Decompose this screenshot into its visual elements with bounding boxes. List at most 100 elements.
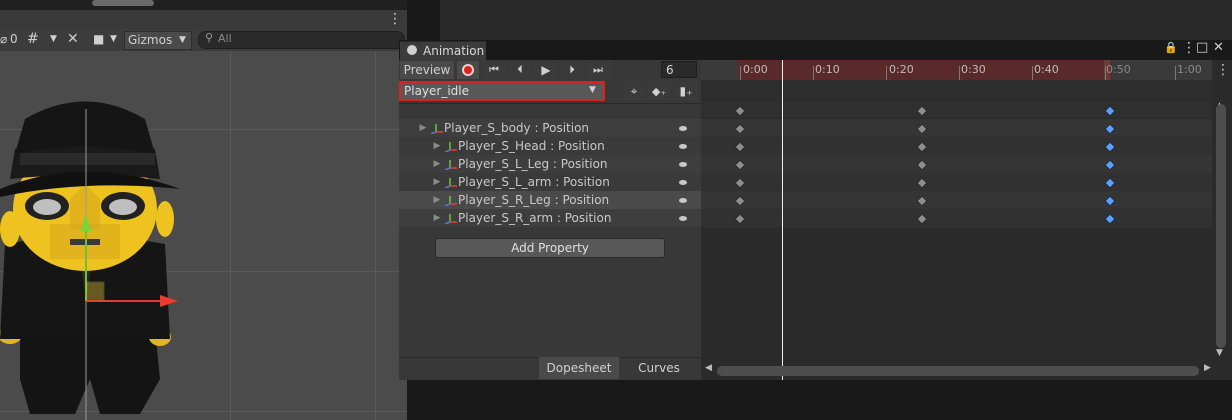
chevron-down-icon: ▼ bbox=[179, 35, 186, 45]
window-menu-icon[interactable]: ⋮ bbox=[1182, 40, 1196, 56]
preview-label: Preview bbox=[403, 63, 451, 77]
camera-icon[interactable]: ■ bbox=[93, 29, 104, 49]
transform-axes-icon bbox=[444, 212, 458, 225]
scene-menu-icon[interactable]: ⋮ bbox=[388, 11, 402, 27]
timeline-row[interactable] bbox=[701, 173, 1212, 191]
next-key-button[interactable]: ⏵ bbox=[560, 61, 584, 79]
chevron-down-icon[interactable]: ▼ bbox=[50, 29, 57, 49]
property-label: Player_S_L_Leg : Position bbox=[458, 157, 608, 171]
eye-icon[interactable] bbox=[679, 125, 687, 131]
expand-triangle-icon[interactable]: ▶ bbox=[430, 213, 444, 223]
scene-toolbar-2: ⌀ 0 # ▼ ✕ ■ ▼ Gizmos ▼ ⚲ All bbox=[0, 29, 407, 52]
property-row[interactable]: ▶ Player_S_Head : Position bbox=[399, 137, 701, 155]
expand-triangle-icon[interactable]: ▶ bbox=[430, 159, 444, 169]
ruler-tick-label: 1:00 bbox=[1177, 63, 1202, 76]
player-character-sprite bbox=[0, 101, 180, 420]
grid-snap-icon[interactable]: # bbox=[27, 29, 39, 49]
expand-triangle-icon[interactable]: ▶ bbox=[430, 177, 444, 187]
scroll-right-icon[interactable]: ▶ bbox=[1204, 363, 1211, 373]
preview-button[interactable]: Preview bbox=[400, 61, 454, 79]
clip-name: Player_idle bbox=[404, 84, 470, 98]
lock-icon[interactable]: 🔒 bbox=[1164, 41, 1178, 54]
eye-icon[interactable] bbox=[679, 197, 687, 203]
vertical-scrollbar[interactable] bbox=[1216, 104, 1226, 348]
search-icon: ⚲ bbox=[205, 31, 214, 44]
scene-visibility-icon[interactable]: ⌀ bbox=[0, 29, 7, 49]
first-key-button[interactable]: ⏮ bbox=[482, 61, 506, 79]
record-button[interactable] bbox=[457, 61, 479, 79]
scroll-left-icon[interactable]: ◀ bbox=[705, 363, 712, 373]
expand-triangle-icon[interactable]: ▶ bbox=[430, 195, 444, 205]
property-row[interactable]: ▶ Player_S_L_arm : Position bbox=[399, 173, 701, 191]
expand-triangle-icon[interactable]: ▶ bbox=[430, 141, 444, 151]
timeline-menu-icon[interactable]: ⋮ bbox=[1216, 62, 1230, 78]
property-label: Player_S_R_arm : Position bbox=[458, 211, 612, 225]
tab-curves[interactable]: Curves bbox=[619, 357, 699, 379]
ruler-tick-label: 0:30 bbox=[961, 63, 986, 76]
property-row[interactable]: ▶ Player_S_R_arm : Position bbox=[399, 209, 701, 227]
expand-triangle-icon[interactable]: ▶ bbox=[416, 123, 430, 133]
ruler-tick bbox=[1032, 66, 1033, 80]
property-label: Player_S_body : Position bbox=[444, 121, 590, 135]
gizmos-label: Gizmos bbox=[128, 33, 173, 47]
eye-icon[interactable] bbox=[679, 143, 687, 149]
gizmos-button[interactable]: Gizmos ▼ bbox=[124, 31, 192, 50]
animation-tab-bar: 🔒 ⋮ □ ✕ bbox=[399, 40, 1232, 60]
crosshair-icon: ⌖ bbox=[630, 83, 638, 98]
ruler-tick bbox=[813, 66, 814, 80]
clock-icon bbox=[407, 45, 417, 55]
property-row[interactable]: ▶ Player_S_body : Position bbox=[399, 119, 701, 137]
camera-dropdown-icon[interactable]: ▼ bbox=[110, 29, 117, 49]
property-row[interactable]: ▶ Player_S_L_Leg : Position bbox=[399, 155, 701, 173]
scroll-down-icon[interactable]: ▼ bbox=[1216, 348, 1223, 358]
grid-line bbox=[230, 51, 231, 420]
timeline-summary-row[interactable] bbox=[701, 101, 1212, 118]
timeline-row[interactable] bbox=[701, 119, 1212, 137]
scene-canvas[interactable] bbox=[0, 51, 407, 420]
add-property-button[interactable]: Add Property bbox=[435, 238, 665, 258]
frame-input[interactable]: 6 bbox=[661, 61, 697, 78]
tab-animation[interactable]: Animation bbox=[400, 41, 486, 62]
close-icon[interactable]: ✕ bbox=[1213, 40, 1224, 55]
transform-axes-icon bbox=[444, 194, 458, 207]
scene-scroll-thumb[interactable] bbox=[92, 0, 154, 6]
scene-top-strip bbox=[0, 0, 407, 10]
ruler-tick bbox=[959, 66, 960, 80]
clip-dropdown[interactable]: Player_idle ▼ bbox=[399, 81, 605, 101]
add-key-icon: ◆₊ bbox=[651, 84, 667, 98]
add-event-icon: ▮₊ bbox=[679, 84, 693, 98]
property-label: Player_S_L_arm : Position bbox=[458, 175, 610, 189]
tools-icon[interactable]: ✕ bbox=[67, 29, 79, 49]
events-lane[interactable] bbox=[701, 80, 1212, 101]
prev-key-button[interactable]: ⏴ bbox=[508, 61, 532, 79]
eye-icon[interactable] bbox=[679, 179, 687, 185]
scene-toolbar: ⋮ bbox=[0, 10, 407, 29]
timeline-row[interactable] bbox=[701, 137, 1212, 155]
scene-search-field[interactable]: ⚲ All bbox=[198, 31, 405, 49]
transform-axes-icon bbox=[444, 176, 458, 189]
ruler-tick bbox=[1105, 66, 1106, 80]
chevron-down-icon: ▼ bbox=[589, 85, 596, 95]
timeline-row[interactable] bbox=[701, 155, 1212, 173]
timeline-row[interactable] bbox=[701, 209, 1212, 227]
timeline-row[interactable] bbox=[701, 191, 1212, 209]
horizontal-scrollbar[interactable] bbox=[717, 366, 1199, 376]
ruler-tick bbox=[740, 66, 741, 80]
add-event-button[interactable]: ▮₊ bbox=[675, 82, 697, 100]
tab-dopesheet[interactable]: Dopesheet bbox=[539, 357, 619, 379]
step-back-icon: ⏴ bbox=[517, 63, 523, 76]
property-row[interactable]: ▶ Player_S_R_Leg : Position bbox=[399, 191, 701, 209]
filter-keyframes-button[interactable]: ⌖ bbox=[623, 82, 645, 100]
play-button[interactable]: ▶ bbox=[534, 61, 558, 79]
eye-icon[interactable] bbox=[679, 215, 687, 221]
maximize-icon[interactable]: □ bbox=[1196, 40, 1208, 55]
playhead[interactable] bbox=[782, 60, 783, 380]
eye-icon[interactable] bbox=[679, 161, 687, 167]
last-key-button[interactable]: ⏭ bbox=[586, 61, 610, 79]
ruler-tick bbox=[886, 66, 887, 80]
search-placeholder: All bbox=[218, 32, 232, 45]
ruler-tick-label: 0:00 bbox=[743, 63, 768, 76]
tab-dopesheet-label: Dopesheet bbox=[546, 361, 612, 375]
add-keyframe-button[interactable]: ◆₊ bbox=[648, 82, 670, 100]
add-property-label: Add Property bbox=[511, 241, 589, 255]
